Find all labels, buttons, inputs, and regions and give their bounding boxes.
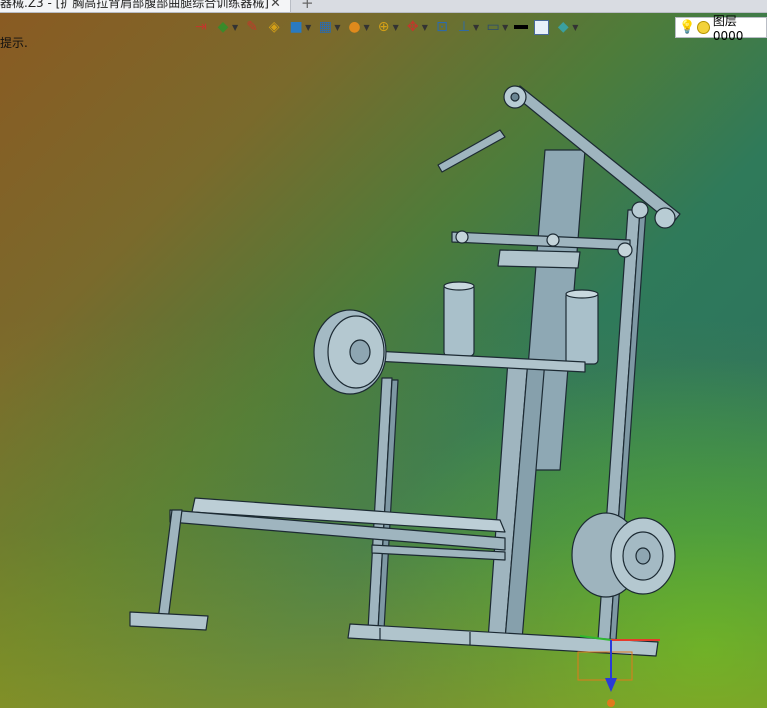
face-color-button[interactable] bbox=[531, 16, 552, 38]
chevron-down-icon[interactable]: ▼ bbox=[473, 23, 479, 32]
align-icon: ⊥ bbox=[457, 19, 471, 35]
material-button[interactable]: ◆ ▼ bbox=[552, 16, 581, 38]
status-hint: 提示. bbox=[0, 36, 28, 50]
chevron-down-icon[interactable]: ▼ bbox=[502, 23, 508, 32]
end-pulley bbox=[654, 207, 676, 229]
layer-selector[interactable]: 💡 图层0000 bbox=[675, 14, 767, 43]
guide-rail bbox=[497, 249, 581, 269]
left-cylinder bbox=[443, 283, 475, 357]
chevron-down-icon[interactable]: ▼ bbox=[572, 23, 578, 32]
add-tab-icon[interactable]: + bbox=[301, 0, 314, 12]
align-button[interactable]: ⊥ ▼ bbox=[453, 16, 482, 38]
render-button[interactable]: ● ▼ bbox=[343, 16, 372, 38]
close-tab-icon[interactable]: ✕ bbox=[270, 0, 281, 11]
snap-button[interactable]: ✥ ▼ bbox=[402, 16, 431, 38]
pen-button[interactable]: ✎ bbox=[241, 16, 263, 38]
view-fit-button[interactable]: ⊡ bbox=[431, 16, 453, 38]
lat-bar bbox=[437, 129, 506, 173]
zoom-icon: ⊕ bbox=[377, 19, 390, 35]
bench-front-leg bbox=[157, 509, 183, 621]
cube-button[interactable]: ■ ▼ bbox=[285, 16, 314, 38]
document-tab[interactable]: 器械.Z3 - [扩胸高拉背肩部腹部曲腿综合训练器械] bbox=[0, 0, 291, 12]
view-fit-icon: ⊡ bbox=[436, 19, 448, 35]
right-cylinder bbox=[565, 291, 599, 365]
layer-name: 图层0000 bbox=[712, 14, 744, 43]
foot-bar bbox=[129, 611, 209, 631]
pen-icon: ✎ bbox=[246, 19, 259, 35]
chevron-down-icon[interactable]: ▼ bbox=[334, 23, 340, 32]
top-arm bbox=[509, 85, 681, 225]
layer-stack-button[interactable]: ◈ bbox=[263, 16, 285, 38]
layer-stack-icon: ◈ bbox=[268, 19, 280, 35]
gym-machine-model[interactable] bbox=[0, 0, 767, 708]
chevron-down-icon[interactable]: ▼ bbox=[305, 23, 311, 32]
end-pulley-2 bbox=[631, 201, 649, 219]
render-sphere-icon: ● bbox=[348, 19, 361, 35]
chevron-down-icon[interactable]: ▼ bbox=[363, 23, 369, 32]
display-icon: ▭ bbox=[486, 19, 500, 35]
assembly-button[interactable]: ▦ ▼ bbox=[314, 16, 343, 38]
line-color-swatch bbox=[514, 25, 529, 29]
exit-sketch-button[interactable]: ⇥ bbox=[190, 16, 212, 38]
feature-button[interactable]: ◆ ▼ bbox=[212, 16, 241, 38]
face-color-swatch bbox=[534, 19, 550, 35]
axis-z-arrow bbox=[605, 678, 617, 692]
display-button[interactable]: ▭ ▼ bbox=[482, 16, 511, 38]
chevron-down-icon[interactable]: ▼ bbox=[422, 23, 428, 32]
feature-icon: ◆ bbox=[217, 19, 229, 35]
document-tab-title: 器械.Z3 - [扩胸高拉背肩部腹部曲腿综合训练器械] bbox=[0, 0, 269, 10]
material-icon: ◆ bbox=[557, 19, 569, 35]
layer-color-dot bbox=[697, 21, 710, 34]
line-color-button[interactable] bbox=[511, 16, 531, 38]
cube-icon: ■ bbox=[289, 19, 303, 35]
chevron-down-icon[interactable]: ▼ bbox=[393, 23, 399, 32]
lightbulb-icon[interactable]: 💡 bbox=[679, 20, 695, 35]
snap-icon: ✥ bbox=[406, 19, 419, 35]
document-tab-bar: 器械.Z3 - [扩胸高拉背肩部腹部曲腿综合训练器械] ✕ + bbox=[0, 0, 767, 13]
exit-sketch-icon: ⇥ bbox=[195, 19, 207, 35]
assembly-icon: ▦ bbox=[318, 19, 332, 35]
chevron-down-icon[interactable]: ▼ bbox=[232, 23, 238, 32]
origin-box bbox=[577, 651, 633, 681]
zoom-button[interactable]: ⊕ ▼ bbox=[373, 16, 402, 38]
